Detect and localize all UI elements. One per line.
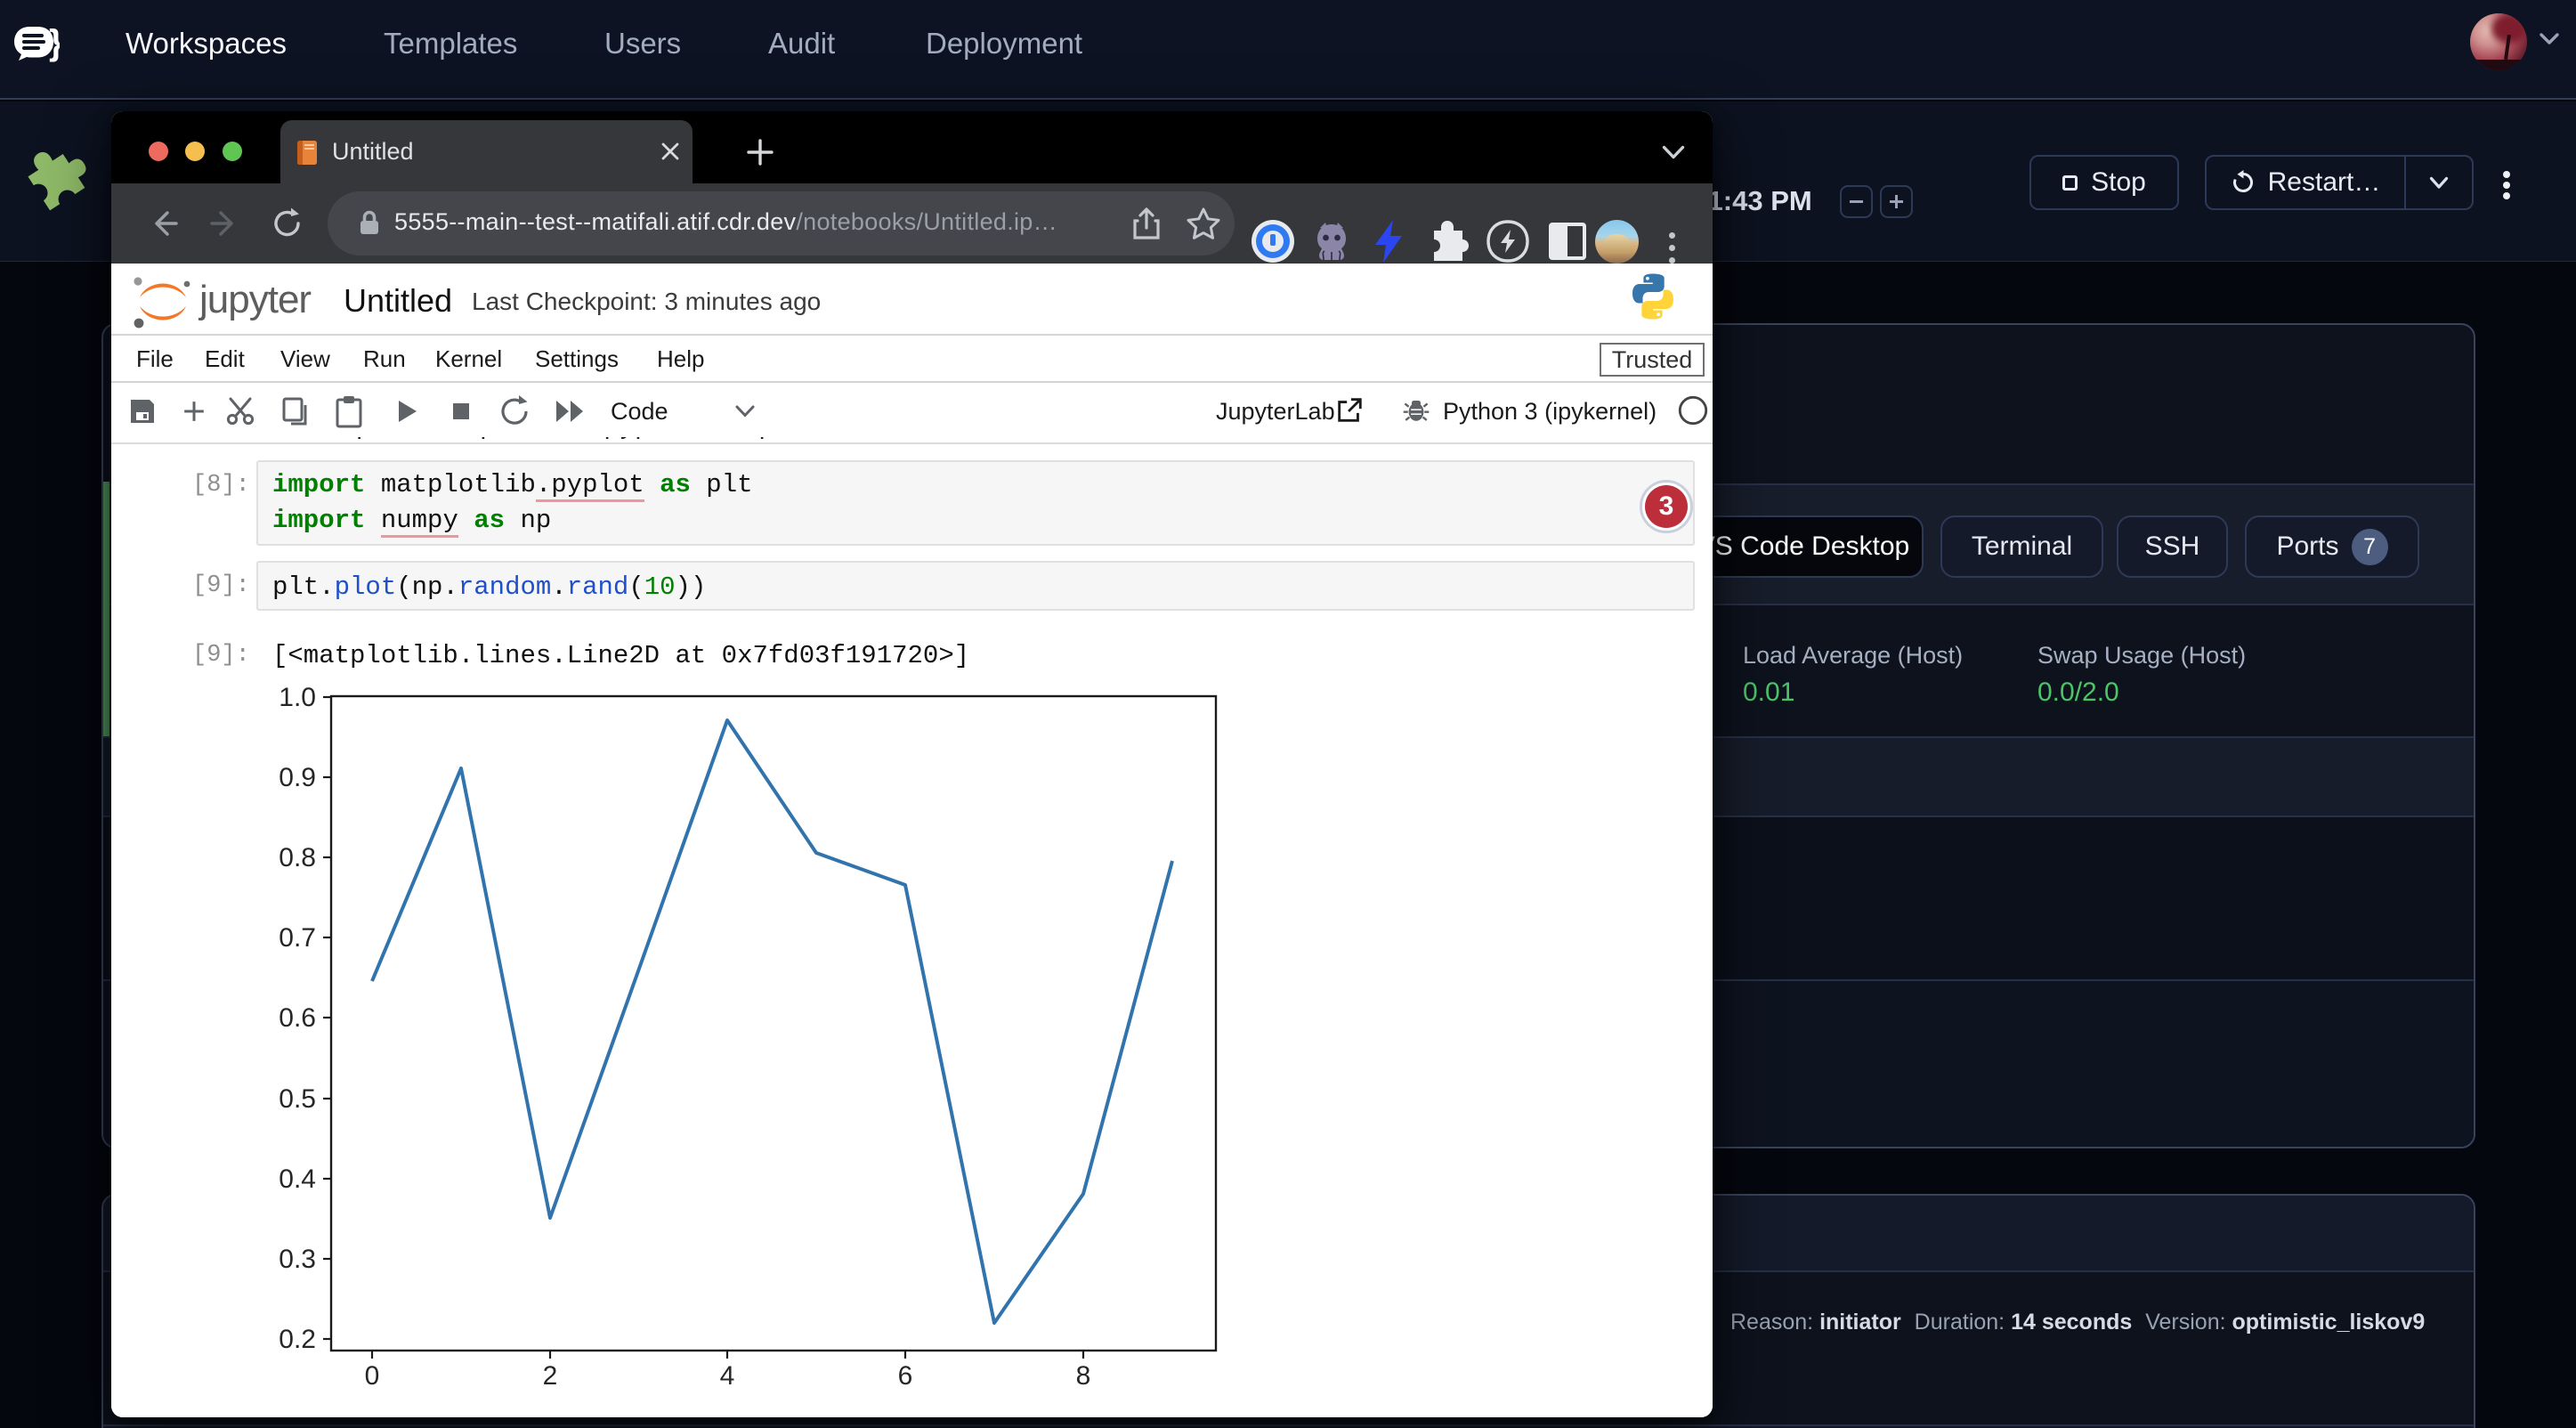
svg-text:2: 2 (543, 1361, 558, 1391)
svg-text:0.6: 0.6 (279, 1003, 316, 1033)
svg-text:8: 8 (1076, 1361, 1091, 1391)
svg-text:0.8: 0.8 (279, 843, 316, 872)
svg-text:0: 0 (365, 1361, 380, 1391)
svg-text:0.4: 0.4 (279, 1164, 316, 1194)
svg-text:1.0: 1.0 (279, 683, 316, 712)
svg-text:0.7: 0.7 (279, 923, 316, 953)
svg-text:6: 6 (898, 1361, 913, 1391)
svg-text:0.9: 0.9 (279, 763, 316, 792)
svg-text:0.3: 0.3 (279, 1245, 316, 1274)
svg-text:}: } (49, 23, 60, 62)
svg-text:0.5: 0.5 (279, 1084, 316, 1114)
svg-text:4: 4 (720, 1361, 735, 1391)
svg-text:0.2: 0.2 (279, 1325, 316, 1354)
